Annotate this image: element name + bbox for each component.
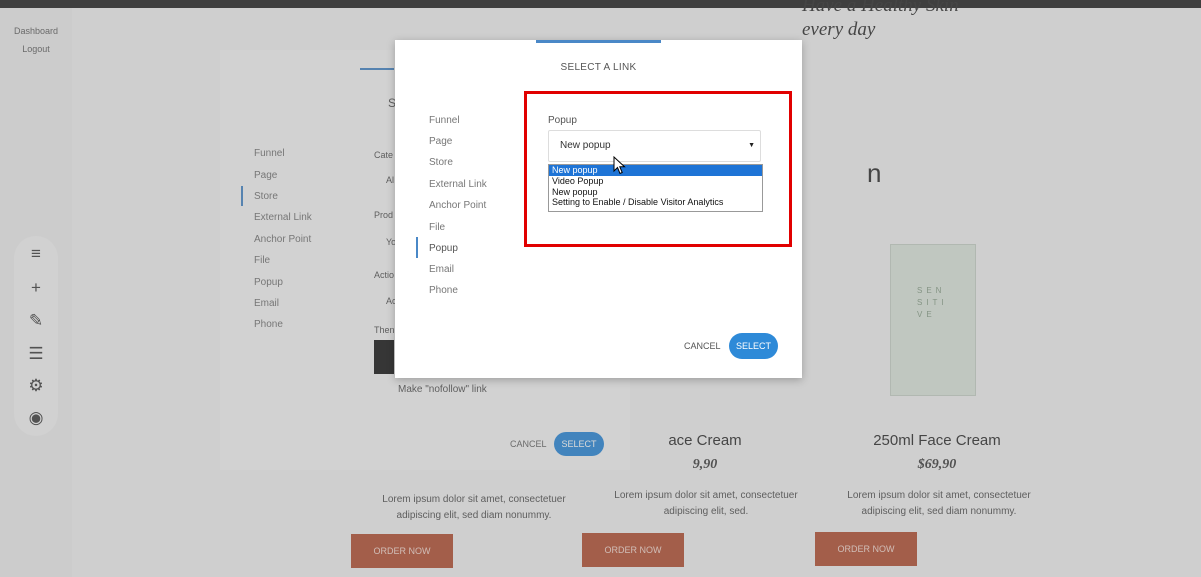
link-type-store[interactable]: Store [429,157,453,168]
link-type-popup[interactable]: Popup [429,243,458,254]
highlight-box [524,91,792,247]
link-type-phone[interactable]: Phone [429,285,458,296]
select-button[interactable]: SELECT [729,333,778,359]
cancel-button[interactable]: CANCEL [684,341,721,351]
modal-title: SELECT A LINK [560,62,637,73]
link-type-email[interactable]: Email [429,264,454,275]
link-type-funnel[interactable]: Funnel [429,115,460,126]
link-type-external-link[interactable]: External Link [429,179,487,190]
active-indicator [416,237,418,258]
modal-accent-bar [536,40,661,43]
link-type-file[interactable]: File [429,222,445,233]
link-type-anchor-point[interactable]: Anchor Point [429,200,486,211]
link-type-page[interactable]: Page [429,136,452,147]
